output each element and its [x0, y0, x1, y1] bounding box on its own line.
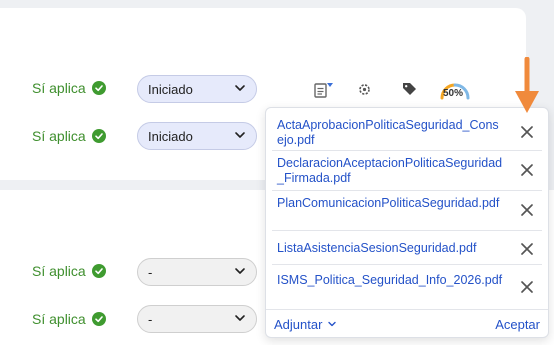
attachment-link[interactable]: PlanComunicacionPoliticaSeguridad.pdf [277, 196, 503, 211]
status-select[interactable]: - [137, 258, 257, 286]
check-circle-icon [91, 81, 106, 95]
check-circle-icon [91, 129, 106, 143]
chevron-down-icon [234, 265, 246, 280]
divider [272, 230, 542, 231]
check-circle-icon [91, 312, 106, 326]
attachments-popover: ActaAprobacionPoliticaSeguridad_Consejo.… [265, 107, 549, 338]
status-applies: Sí aplica [32, 128, 106, 144]
attachment-item[interactable]: PlanComunicacionPoliticaSeguridad.pdf [266, 196, 548, 230]
divider [272, 264, 542, 265]
chevron-down-icon [234, 312, 246, 327]
document-icon[interactable] [313, 81, 335, 104]
chevron-down-icon [234, 82, 246, 97]
select-value: - [148, 264, 153, 280]
attachment-link[interactable]: ListaAsistenciaSesionSeguridad.pdf [277, 241, 503, 256]
progress-label: 50% [443, 88, 464, 99]
select-value: Iniciado [148, 128, 193, 144]
attachment-link[interactable]: ISMS_Politica_Seguridad_Info_2026.pdf [277, 273, 503, 288]
status-select[interactable]: - [137, 305, 257, 333]
attachment-link[interactable]: DeclaracionAceptacionPoliticaSeguridad_F… [277, 156, 503, 186]
settings-icon[interactable] [357, 82, 372, 102]
progress-gauge-icon: 50% [438, 78, 472, 102]
divider [272, 190, 542, 191]
status-select[interactable]: Iniciado [137, 122, 257, 150]
chevron-down-icon [327, 317, 337, 332]
tag-icon[interactable] [402, 82, 418, 101]
status-label: Sí aplica [32, 128, 86, 144]
attach-label: Adjuntar [274, 317, 323, 332]
accept-button[interactable]: Aceptar [495, 317, 540, 332]
close-icon[interactable] [520, 203, 534, 217]
close-icon[interactable] [520, 242, 534, 256]
attach-button[interactable]: Adjuntar [274, 317, 337, 332]
status-applies: Sí aplica [32, 80, 106, 96]
attachment-item[interactable]: ISMS_Politica_Seguridad_Info_2026.pdf [266, 273, 548, 307]
status-applies: Sí aplica [32, 311, 106, 327]
close-icon[interactable] [520, 280, 534, 294]
close-icon[interactable] [520, 125, 534, 139]
attachment-item[interactable]: DeclaracionAceptacionPoliticaSeguridad_F… [266, 156, 548, 190]
check-circle-icon [91, 264, 106, 278]
select-value: Iniciado [148, 81, 193, 97]
divider [272, 150, 542, 151]
status-label: Sí aplica [32, 263, 86, 279]
status-select[interactable]: Iniciado [137, 75, 257, 103]
attachment-item[interactable]: ListaAsistenciaSesionSeguridad.pdf [266, 241, 548, 259]
arrow-down-icon [512, 56, 542, 122]
select-value: - [148, 311, 153, 327]
chevron-down-icon [234, 129, 246, 144]
popover-footer: Adjuntar Aceptar [266, 309, 548, 337]
attachment-item[interactable]: ActaAprobacionPoliticaSeguridad_Consejo.… [266, 118, 548, 152]
status-label: Sí aplica [32, 80, 86, 96]
attachment-link[interactable]: ActaAprobacionPoliticaSeguridad_Consejo.… [277, 118, 503, 148]
close-icon[interactable] [520, 163, 534, 177]
status-label: Sí aplica [32, 311, 86, 327]
status-applies: Sí aplica [32, 263, 106, 279]
